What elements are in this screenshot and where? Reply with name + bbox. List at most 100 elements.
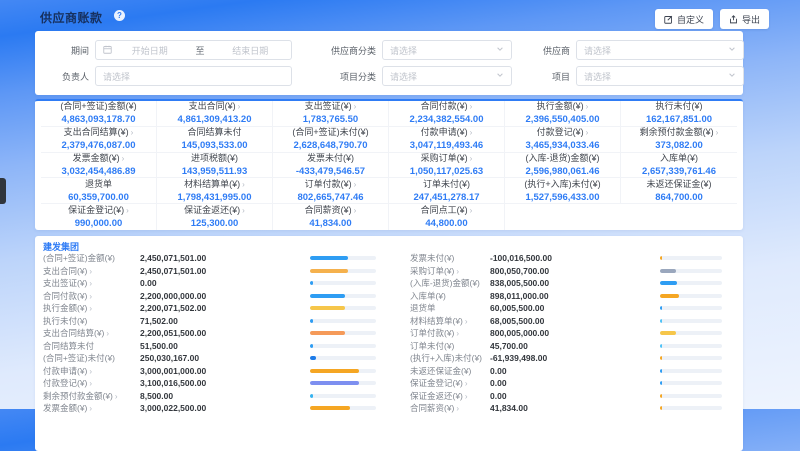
table-row: 付款登记(¥)›3,100,016,500.00保证金登记(¥)›0.00 <box>43 377 735 390</box>
summary-card-value: 2,234,382,554.00 <box>410 114 484 125</box>
chevron-right-icon: › <box>354 180 357 189</box>
row-bar <box>660 294 722 298</box>
row-label: (合同+签证)未付(¥) <box>43 352 140 364</box>
sidebar-collapse-handle[interactable] <box>0 178 6 204</box>
supplier-select[interactable]: 请选择 <box>576 40 744 60</box>
row-value: 0.00 <box>140 278 310 288</box>
customize-label: 自定义 <box>677 13 704 26</box>
summary-card: 进项税额(¥) 143,959,511.93 <box>157 153 273 179</box>
row-bar <box>310 281 376 285</box>
row-value: 838,005,500.00 <box>490 278 660 288</box>
row-value: 71,502.00 <box>140 316 310 326</box>
row-label[interactable]: 付款登记(¥)› <box>43 377 140 389</box>
row-bar <box>660 369 722 373</box>
summary-card-label: 进项税额(¥) <box>191 153 238 164</box>
summary-card[interactable]: 订单付款(¥)›802,665,747.46 <box>273 178 389 204</box>
row-label[interactable]: 保证金登记(¥)› <box>410 377 490 389</box>
summary-card-value: 143,959,511.93 <box>182 166 248 177</box>
row-label[interactable]: 执行金额(¥)› <box>43 302 140 314</box>
row-bar <box>310 394 376 398</box>
summary-card-value: 1,527,596,433.00 <box>526 192 600 203</box>
summary-card: (入库-退货)金额(¥)2,596,980,061.46 <box>505 153 621 179</box>
summary-card-label: 保证金登记(¥)› <box>68 205 129 216</box>
table-row: 剩余预付款金额(¥)›8,500.00保证金返还(¥)›0.00 <box>43 390 735 403</box>
help-icon[interactable]: ? <box>114 10 125 21</box>
period-label: 期间 <box>43 44 89 57</box>
summary-card-value: 2,379,476,087.00 <box>62 140 136 151</box>
row-value: 0.00 <box>490 378 660 388</box>
summary-card-value: 2,596,980,061.46 <box>526 166 600 177</box>
date-range-input[interactable]: 开始日期 至 结束日期 <box>95 40 292 60</box>
row-bar <box>660 319 722 323</box>
export-button[interactable]: 导出 <box>720 9 769 29</box>
row-label[interactable]: 支出合同结算(¥)› <box>43 327 140 339</box>
row-bar <box>660 331 722 335</box>
chevron-right-icon: › <box>106 329 109 338</box>
summary-card-value: 145,093,533.00 <box>181 140 247 151</box>
row-label[interactable]: 合同付款(¥)› <box>43 290 140 302</box>
summary-card-value: 2,628,648,790.70 <box>294 140 368 151</box>
summary-card[interactable]: 支出合同结算(¥)›2,379,476,087.00 <box>41 127 157 153</box>
supplier-accounts-page: 供应商账款 ? 自定义 导出 期间 <box>0 0 800 409</box>
row-value: 800,050,700.00 <box>490 266 660 276</box>
table-row: 发票金额(¥)›3,000,022,500.00合同薪资(¥)›41,834.0… <box>43 402 735 415</box>
row-bar <box>310 331 376 335</box>
chevron-right-icon: › <box>242 180 245 189</box>
chevron-right-icon: › <box>586 128 589 137</box>
start-date-placeholder: 开始日期 <box>116 44 184 57</box>
project-category-select[interactable]: 请选择 <box>382 66 512 86</box>
summary-card[interactable]: 采购订单(¥)›1,050,117,025.63 <box>389 153 505 179</box>
table-row: 执行金额(¥)›2,200,071,502.00退货单60,005,500.00 <box>43 302 735 315</box>
row-label[interactable]: 付款申请(¥)› <box>43 365 140 377</box>
chevron-down-icon <box>728 45 736 55</box>
row-label[interactable]: 剩余预付款金额(¥)› <box>43 390 140 402</box>
chevron-right-icon: › <box>89 304 92 313</box>
row-label[interactable]: 保证金返还(¥)› <box>410 390 490 402</box>
summary-card[interactable]: 付款登记(¥)›3,465,934,033.46 <box>505 127 621 153</box>
row-label[interactable]: 发票金额(¥)› <box>43 402 140 414</box>
summary-card[interactable]: 保证金返还(¥)›125,300.00 <box>157 204 273 230</box>
summary-card[interactable]: 支出签证(¥)›1,783,765.50 <box>273 101 389 127</box>
summary-card-value: 1,783,765.50 <box>303 114 358 125</box>
row-bar <box>310 381 376 385</box>
row-bar <box>310 369 376 373</box>
supplier-label: 供应商 <box>528 44 570 57</box>
customize-button[interactable]: 自定义 <box>655 9 713 29</box>
row-label[interactable]: 支出签证(¥)› <box>43 277 140 289</box>
summary-card-value: 3,465,934,033.46 <box>526 140 600 151</box>
summary-card[interactable]: 保证金登记(¥)›990,000.00 <box>41 204 157 230</box>
row-label[interactable]: 材料结算单(¥)› <box>410 315 490 327</box>
owner-select[interactable]: 请选择 <box>95 66 292 86</box>
chevron-right-icon: › <box>465 392 468 401</box>
summary-card[interactable]: 合同点工(¥)›44,800.00 <box>389 204 505 230</box>
summary-card[interactable]: 材料结算单(¥)›1,798,431,995.00 <box>157 178 273 204</box>
summary-card[interactable]: 执行金额(¥)›2,396,550,405.00 <box>505 101 621 127</box>
row-label[interactable]: 订单付款(¥)› <box>410 327 490 339</box>
summary-card: 订单未付(¥)247,451,278.17 <box>389 178 505 204</box>
row-label[interactable]: 采购订单(¥)› <box>410 265 490 277</box>
chevron-right-icon: › <box>89 267 92 276</box>
chevron-right-icon: › <box>456 267 459 276</box>
summary-card[interactable]: 合同薪资(¥)›41,834.00 <box>273 204 389 230</box>
summary-card[interactable]: 剩余预付款金额(¥)›373,082.00 <box>621 127 737 153</box>
summary-card[interactable]: 付款申请(¥)›3,047,119,493.46 <box>389 127 505 153</box>
summary-card[interactable]: 合同付款(¥)›2,234,382,554.00 <box>389 101 505 127</box>
row-label[interactable]: 合同薪资(¥)› <box>410 402 490 414</box>
group-rows: (合同+签证)金额(¥)2,450,071,501.00发票未付(¥)-100,… <box>43 252 735 415</box>
project-select[interactable]: 请选择 <box>576 66 744 86</box>
chevron-right-icon: › <box>465 317 468 326</box>
row-label: 合同结算未付 <box>43 340 140 352</box>
summary-card: 未返还保证金(¥)864,700.00 <box>621 178 737 204</box>
row-value: 60,005,500.00 <box>490 303 660 313</box>
summary-card[interactable]: 支出合同(¥)›4,861,309,413.20 <box>157 101 273 127</box>
row-value: 45,700.00 <box>490 341 660 351</box>
table-row: 合同付款(¥)›2,200,000,000.00入库单(¥)898,011,00… <box>43 290 735 303</box>
summary-card: (执行+入库)未付(¥)1,527,596,433.00 <box>505 178 621 204</box>
row-value: 800,005,000.00 <box>490 328 660 338</box>
row-label[interactable]: 支出合同(¥)› <box>43 265 140 277</box>
table-row: 支出合同结算(¥)›2,200,051,500.00订单付款(¥)›800,00… <box>43 327 735 340</box>
row-label: 发票未付(¥) <box>410 252 490 264</box>
supplier-category-select[interactable]: 请选择 <box>382 40 512 60</box>
summary-card[interactable]: 发票金额(¥)›3,032,454,486.89 <box>41 153 157 179</box>
chevron-down-icon <box>496 71 504 81</box>
